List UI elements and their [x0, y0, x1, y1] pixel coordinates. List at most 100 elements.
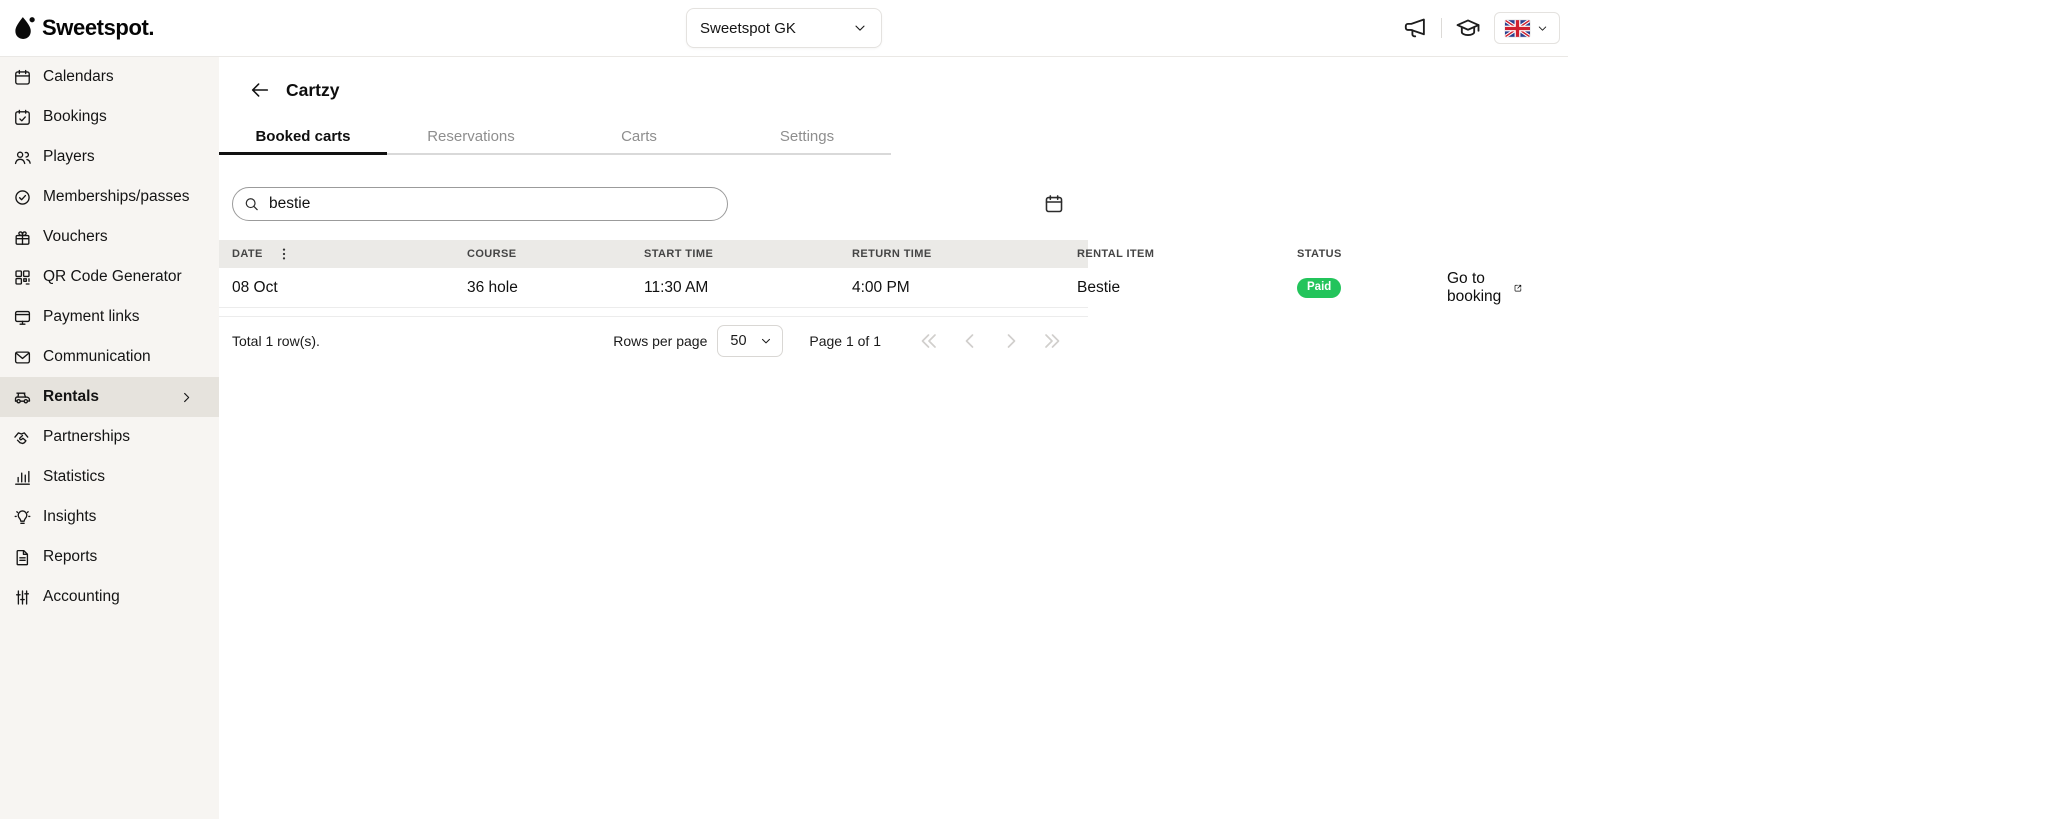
- total-rows-label: Total 1 row(s).: [232, 333, 320, 349]
- megaphone-icon: [1402, 15, 1428, 41]
- col-header-date: DATE: [232, 246, 467, 262]
- cell-start-time: 11:30 AM: [644, 279, 852, 297]
- search-box: [232, 187, 728, 221]
- col-header-course: COURSE: [467, 248, 644, 260]
- next-page-button[interactable]: [999, 329, 1023, 353]
- cell-return-time: 4:00 PM: [852, 279, 1077, 297]
- calendar-icon: [1043, 193, 1065, 215]
- sidebar-item-label: Payment links: [43, 308, 139, 326]
- sidebar-item-label: Communication: [43, 348, 151, 366]
- calendar-check-icon: [13, 108, 32, 127]
- external-link-icon: [1513, 280, 1523, 296]
- club-selector[interactable]: Sweetspot GK: [686, 8, 882, 48]
- golf-cart-icon: [13, 388, 32, 407]
- sliders-icon: [13, 588, 32, 607]
- sidebar-item-label: QR Code Generator: [43, 268, 182, 286]
- envelope-icon: [13, 348, 32, 367]
- back-button[interactable]: [249, 79, 271, 101]
- sidebar-item-label: Reports: [43, 548, 97, 566]
- payment-links-icon: [13, 308, 32, 327]
- lightbulb-icon: [13, 508, 32, 527]
- rows-per-page-select[interactable]: 50: [717, 325, 783, 357]
- sidebar-item-vouchers[interactable]: Vouchers: [0, 217, 219, 257]
- brand-logo[interactable]: Sweetspot.: [13, 15, 154, 41]
- filter-row: [232, 187, 1065, 221]
- players-icon: [13, 148, 32, 167]
- brand-name: Sweetspot.: [42, 15, 154, 41]
- search-input[interactable]: [232, 187, 728, 221]
- graduation-cap-icon: [1455, 15, 1481, 41]
- tab-reservations[interactable]: Reservations: [387, 120, 555, 153]
- chevron-right-icon: [999, 329, 1023, 353]
- date-filter-button[interactable]: [1043, 193, 1065, 215]
- col-header-status: STATUS: [1297, 248, 1447, 260]
- sidebar-item-memberships[interactable]: Memberships/passes: [0, 177, 219, 217]
- academy-button[interactable]: [1455, 15, 1481, 41]
- chevrons-left-icon: [917, 329, 941, 353]
- handshake-icon: [13, 428, 32, 447]
- main-content: Cartzy Booked carts Reservations Carts S…: [219, 57, 1088, 819]
- tab-settings[interactable]: Settings: [723, 120, 891, 153]
- top-bar: Sweetspot. Sweetspot GK: [0, 0, 1568, 57]
- chevron-down-icon: [759, 334, 773, 348]
- first-page-button[interactable]: [917, 329, 941, 353]
- sidebar-item-label: Vouchers: [43, 228, 108, 246]
- topbar-actions: [1402, 12, 1560, 44]
- tab-booked-carts[interactable]: Booked carts: [219, 120, 387, 153]
- col-header-return-time: RETURN TIME: [852, 248, 1077, 260]
- search-icon: [243, 196, 260, 213]
- pagination-controls: [917, 329, 1064, 353]
- sidebar-item-bookings[interactable]: Bookings: [0, 97, 219, 137]
- page-info-label: Page 1 of 1: [809, 333, 881, 349]
- club-selector-value: Sweetspot GK: [700, 20, 796, 37]
- chevron-left-icon: [958, 329, 982, 353]
- col-header-rental-item: RENTAL ITEM: [1077, 248, 1297, 260]
- sidebar-item-reports[interactable]: Reports: [0, 537, 219, 577]
- page-header: Cartzy: [249, 71, 340, 109]
- cell-status: Paid: [1297, 277, 1447, 299]
- sidebar-item-qr-code-generator[interactable]: QR Code Generator: [0, 257, 219, 297]
- table-header-row: DATE COURSE START TIME RETURN TIME RENTA…: [219, 240, 1088, 268]
- chevrons-right-icon: [1040, 329, 1064, 353]
- cell-course: 36 hole: [467, 279, 644, 297]
- chevron-right-icon: [179, 390, 194, 405]
- tab-carts[interactable]: Carts: [555, 120, 723, 153]
- sidebar-item-label: Insights: [43, 508, 96, 526]
- col-header-start-time: START TIME: [644, 248, 852, 260]
- sidebar-item-insights[interactable]: Insights: [0, 497, 219, 537]
- cell-date: 08 Oct: [232, 279, 467, 297]
- sidebar-item-rentals[interactable]: Rentals: [0, 377, 219, 417]
- sidebar-item-payment-links[interactable]: Payment links: [0, 297, 219, 337]
- document-icon: [13, 548, 32, 567]
- last-page-button[interactable]: [1040, 329, 1064, 353]
- sidebar-item-label: Partnerships: [43, 428, 130, 446]
- sidebar-item-label: Bookings: [43, 108, 107, 126]
- sidebar-item-calendars[interactable]: Calendars: [0, 57, 219, 97]
- kebab-menu-icon[interactable]: [276, 246, 292, 262]
- sidebar-item-partnerships[interactable]: Partnerships: [0, 417, 219, 457]
- sidebar-item-statistics[interactable]: Statistics: [0, 457, 219, 497]
- sidebar-item-label: Statistics: [43, 468, 105, 486]
- chevron-down-icon: [852, 20, 868, 36]
- announcements-button[interactable]: [1402, 15, 1428, 41]
- page-title: Cartzy: [286, 80, 340, 101]
- chevron-down-icon: [1536, 22, 1549, 35]
- table-footer: Total 1 row(s). Rows per page 50 Page 1 …: [232, 323, 1064, 359]
- status-badge: Paid: [1297, 278, 1341, 299]
- table-bottom-border: [219, 308, 1088, 317]
- rows-per-page-label: Rows per page: [613, 333, 707, 349]
- language-selector[interactable]: [1494, 12, 1560, 44]
- arrow-left-icon: [249, 79, 271, 101]
- topbar-divider: [1441, 18, 1442, 38]
- sweetspot-logo-icon: [13, 15, 35, 41]
- cell-rental-item: Bestie: [1077, 279, 1297, 297]
- sidebar-item-label: Calendars: [43, 68, 114, 86]
- tab-bar: Booked carts Reservations Carts Settings: [219, 120, 891, 155]
- sidebar-item-accounting[interactable]: Accounting: [0, 577, 219, 617]
- sidebar-item-players[interactable]: Players: [0, 137, 219, 177]
- go-to-booking-link[interactable]: Go to booking: [1447, 270, 1523, 306]
- sidebar-item-communication[interactable]: Communication: [0, 337, 219, 377]
- sidebar-nav: Calendars Bookings Players Memberships/p…: [0, 57, 219, 819]
- sidebar-item-label: Rentals: [43, 388, 99, 406]
- prev-page-button[interactable]: [958, 329, 982, 353]
